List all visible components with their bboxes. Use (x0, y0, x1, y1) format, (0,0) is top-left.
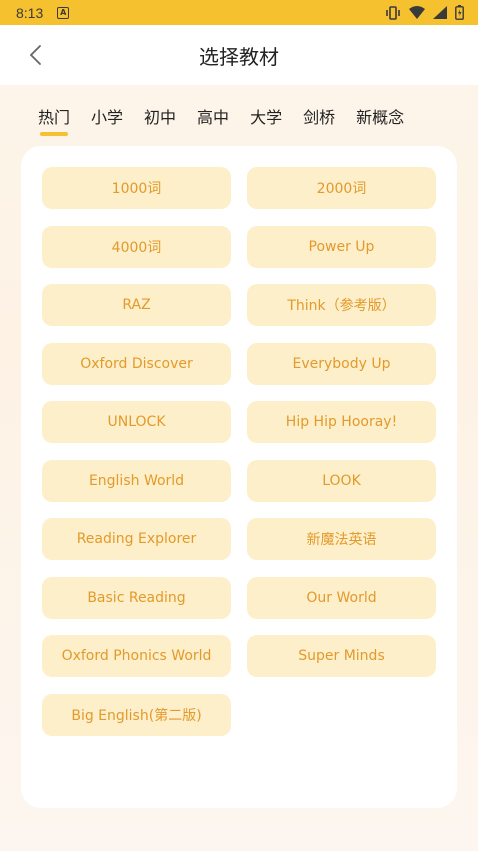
textbook-button[interactable]: Big English(第二版) (42, 693, 231, 736)
textbook-button[interactable]: 4000词 (42, 225, 231, 268)
tab-cambridge[interactable]: 剑桥 (303, 106, 335, 136)
textbook-button[interactable]: Super Minds (247, 635, 436, 677)
signal-icon (433, 6, 447, 19)
textbook-button[interactable]: LOOK (247, 459, 436, 502)
textbook-button[interactable]: Our World (247, 576, 436, 619)
textbook-button[interactable]: Oxford Discover (42, 342, 231, 385)
status-bar: 8:13 A (0, 0, 478, 25)
battery-icon (455, 5, 464, 20)
textbook-button[interactable]: Oxford Phonics World (42, 635, 231, 677)
page-title: 选择教材 (199, 44, 279, 69)
textbook-button[interactable]: 新魔法英语 (247, 518, 436, 560)
textbook-button[interactable]: UNLOCK (42, 401, 231, 443)
textbook-button[interactable]: 1000词 (42, 167, 231, 209)
category-tabs: 热门 小学 初中 高中 大学 剑桥 新概念 (38, 106, 404, 140)
textbook-button[interactable]: Power Up (247, 225, 436, 268)
status-time: 8:13 (16, 4, 44, 21)
tab-new-concept[interactable]: 新概念 (356, 106, 404, 136)
vibrate-icon (386, 5, 400, 20)
back-arrow-icon[interactable] (26, 43, 48, 67)
textbook-button[interactable]: Everybody Up (247, 342, 436, 385)
textbook-grid: 1000词 2000词 4000词 Power Up RAZ Think（参考版… (42, 167, 436, 736)
textbook-button[interactable]: Think（参考版） (247, 284, 436, 326)
textbook-button[interactable]: English World (42, 459, 231, 502)
tab-primary[interactable]: 小学 (91, 106, 123, 136)
textbook-button[interactable]: Hip Hip Hooray! (247, 401, 436, 443)
notification-icon: A (57, 6, 70, 19)
tab-hot[interactable]: 热门 (38, 106, 70, 136)
textbook-button[interactable]: Basic Reading (42, 576, 231, 619)
textbook-button[interactable]: 2000词 (247, 167, 436, 209)
tab-junior-high[interactable]: 初中 (144, 106, 176, 136)
nav-bar: 选择教材 (0, 25, 478, 85)
wifi-icon (409, 6, 425, 19)
textbook-button[interactable]: RAZ (42, 284, 231, 326)
tab-senior-high[interactable]: 高中 (197, 106, 229, 136)
textbook-button[interactable]: Reading Explorer (42, 518, 231, 560)
tab-university[interactable]: 大学 (250, 106, 282, 136)
textbook-card: 1000词 2000词 4000词 Power Up RAZ Think（参考版… (21, 146, 457, 808)
